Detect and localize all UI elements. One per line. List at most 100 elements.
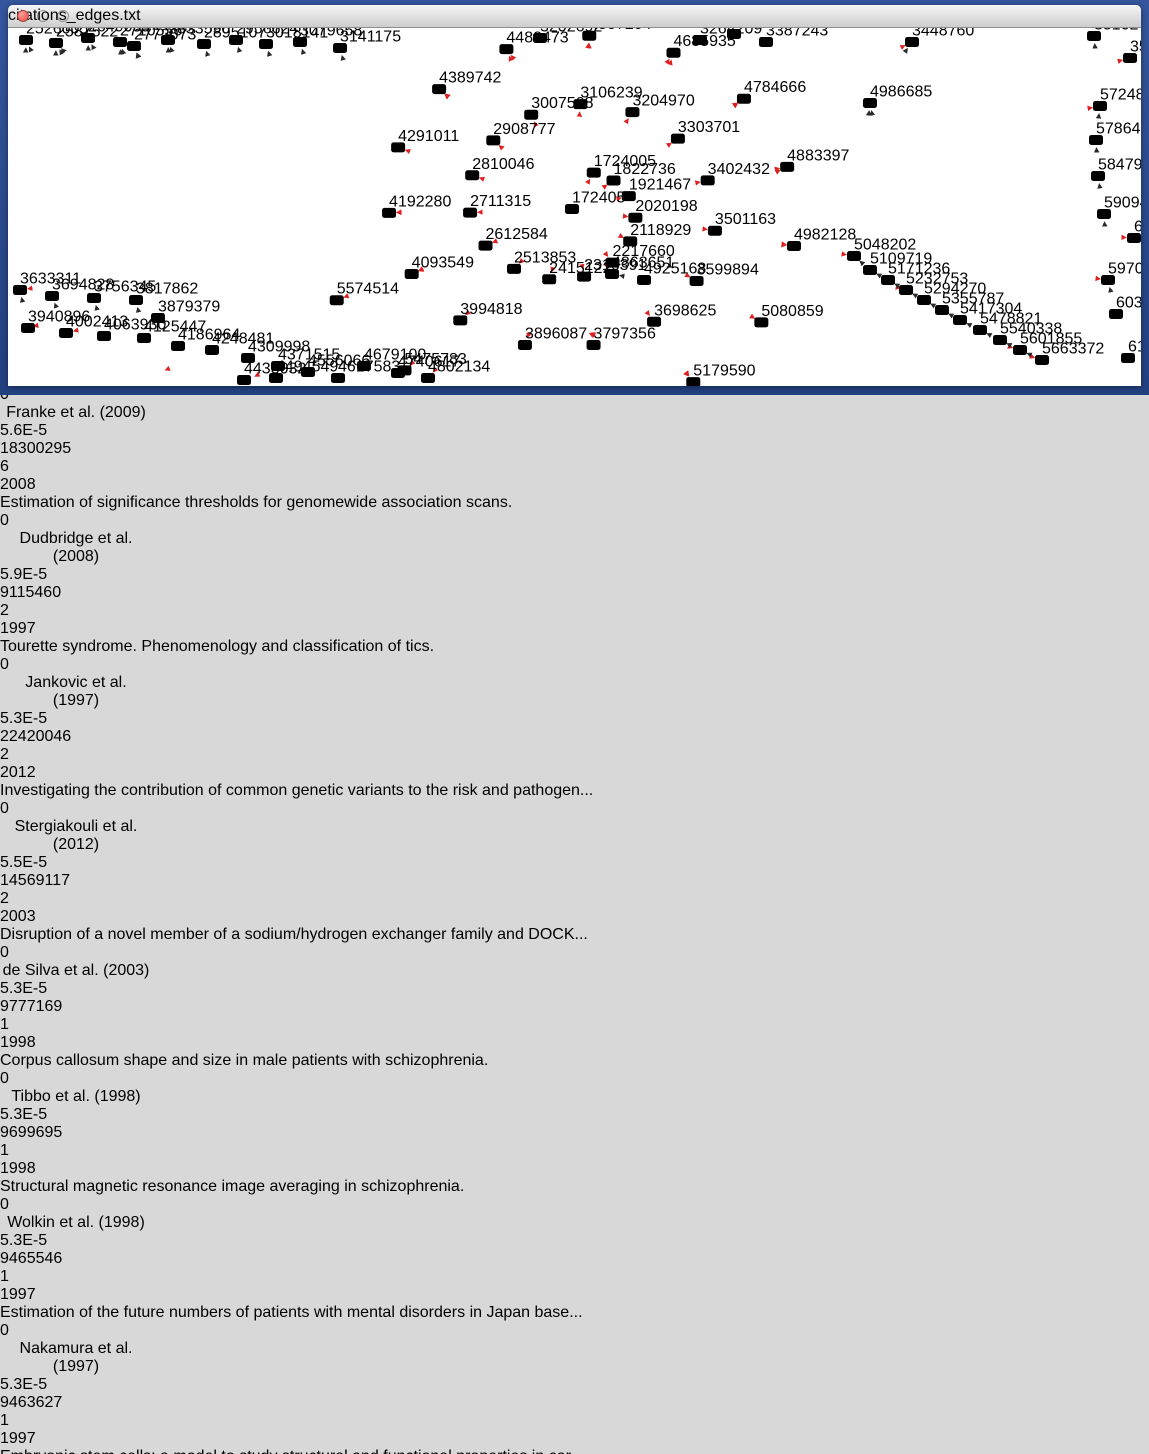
graph-node[interactable]: 3797356 [587,325,656,350]
graph-node[interactable]: 4093549 [405,254,474,279]
graph-node[interactable]: 3402432 [701,161,770,186]
svg-text:3817862: 3817862 [136,281,198,298]
table-row[interactable]: 977716911998Corpus callosum shape and si… [0,998,1149,1124]
close-window-button[interactable] [17,10,29,22]
graph-node[interactable]: 5786406 [1089,121,1141,146]
svg-text:6032474: 6032474 [1116,295,1141,312]
cell-short: Jankovic et al. (1997) [0,674,152,710]
graph-node[interactable]: 2810046 [465,156,534,181]
graph-node[interactable]: 3698625 [647,302,716,327]
graph-node[interactable]: 5724889 [1093,87,1141,112]
cell-short: Dudbridge et al. (2008) [0,530,152,566]
table-row[interactable]: 946362711997Embryonic stem cells: a mode… [0,1394,1149,1454]
svg-text:3402432: 3402432 [708,161,770,178]
svg-text:4192280: 4192280 [389,193,451,210]
graph-node[interactable]: 2711315 [463,193,531,218]
svg-text:6155508: 6155508 [1128,339,1141,356]
cell-pagerank: 5.3E-5 [0,710,108,728]
cell-name: 22420046 [0,728,95,746]
svg-text:2020198: 2020198 [635,198,697,215]
svg-text:3879379: 3879379 [158,299,220,316]
svg-text:2908777: 2908777 [493,121,555,138]
graph-node[interactable]: 4883397 [780,147,849,172]
svg-text:1921467: 1921467 [629,177,691,194]
svg-text:5847923: 5847923 [1098,157,1141,174]
cell-out_de: 0 [0,512,94,530]
network-window: citations_edges.txt 17240051822736192146… [8,5,1141,386]
table-row[interactable]: 911546021997Tourette syndrome. Phenomeno… [0,584,1149,728]
cell-name: 9463627 [0,1394,95,1412]
graph-node[interactable]: 6032474 [1109,295,1141,320]
graph-node[interactable]: 4784666 [737,79,806,104]
graph-node[interactable]: 4389742 [432,70,501,95]
network-canvas[interactable]: 1724005182273619214672020198211892922176… [8,28,1141,391]
graph-node[interactable]: 2908777 [486,121,555,146]
graph-node[interactable]: 5847923 [1091,157,1141,182]
cell-out_de: 0 [0,944,94,962]
cell-pagerank: 5.3E-5 [0,1106,108,1124]
graph-node[interactable]: 4802134 [421,359,490,384]
cell-short: Nakamura et al. (1997) [0,1340,152,1376]
graph-node[interactable]: 5080859 [754,303,823,328]
cell-title: Structural magnetic resonance image aver… [0,1178,1149,1196]
graph-node[interactable]: 2020198 [628,198,697,223]
graph-node[interactable]: 2612584 [479,226,548,251]
graph-node[interactable]: 3204970 [625,93,694,118]
graph-node[interactable]: 3387243 [759,28,828,47]
table-row[interactable]: 1830029562008Estimation of significance … [0,440,1149,584]
graph-node[interactable]: 5574514 [330,281,399,306]
zoom-window-button[interactable] [57,10,69,22]
svg-text:3510277: 3510277 [1094,28,1141,34]
svg-text:3303701: 3303701 [678,119,740,136]
svg-text:5724889: 5724889 [1100,87,1141,104]
graph-node[interactable]: 3896087 [518,326,587,351]
svg-text:5970957: 5970957 [1108,261,1141,278]
graph-node[interactable]: 5909440 [1097,195,1141,220]
graph-node[interactable]: 3994818 [453,301,522,326]
cell-name: 18300295 [0,440,95,458]
graph-node[interactable]: 6155508 [1121,339,1141,364]
cell-pagerank: 5.3E-5 [0,1232,108,1250]
graph-node[interactable]: 5663372 [1035,341,1104,366]
graph-node[interactable]: 4291011 [391,128,459,152]
svg-text:2810046: 2810046 [472,156,534,173]
cell-out_de: 0 [0,1070,94,1088]
cell-title: Investigating the contribution of common… [0,782,1149,800]
graph-node[interactable]: 3571794 [1123,39,1141,64]
table-row[interactable]: 1456911722003Disruption of a novel membe… [0,872,1149,998]
cell-title: Embryonic stem cells: a model to study s… [0,1448,1149,1454]
graph-node[interactable]: 6093991 [1127,219,1141,244]
graph-node[interactable]: 4192280 [382,193,451,218]
table-row[interactable]: 969969511998Structural magnetic resonanc… [0,1124,1149,1250]
cell-year: 2008 [0,476,80,494]
cell-in_degree: 1 [0,1268,95,1286]
svg-text:172405: 172405 [572,190,625,207]
cell-out_de: 0 [0,800,94,818]
cell-in_degree: 1 [0,1142,95,1160]
network-window-titlebar[interactable]: citations_edges.txt [8,5,1141,28]
svg-text:2711315: 2711315 [470,193,531,210]
cell-in_degree: 2 [0,602,95,620]
svg-text:5574514: 5574514 [337,281,399,298]
graph-node[interactable]: 3448760 [905,28,974,47]
cell-name: 9115460 [0,584,95,602]
graph-node[interactable]: 3141175 [333,29,401,54]
svg-text:3571794: 3571794 [1130,39,1141,56]
graph-node[interactable]: 4982128 [787,226,856,251]
cell-title: Estimation of significance thresholds fo… [0,494,1149,512]
svg-text:3994818: 3994818 [460,301,522,318]
graph-node[interactable]: 172405 [565,190,625,215]
table-row[interactable]: 946554611997Estimation of the future num… [0,1250,1149,1394]
network-graph[interactable]: 1724005182273619214672020198211892922176… [8,28,1141,386]
svg-text:4093549: 4093549 [412,254,474,271]
cell-in_degree: 6 [0,458,95,476]
graph-node[interactable]: 3501163 [708,211,776,236]
minimize-window-button[interactable] [37,10,49,22]
graph-node[interactable]: 3303701 [671,119,740,143]
table-row[interactable]: 2242004622012Investigating the contribut… [0,728,1149,872]
graph-node[interactable]: 4986685 [863,84,932,109]
cell-year: 1998 [0,1034,80,1052]
graph-node[interactable]: 5970957 [1101,261,1141,286]
graph-node[interactable]: 5179590 [686,363,755,386]
svg-text:3387243: 3387243 [766,28,828,40]
